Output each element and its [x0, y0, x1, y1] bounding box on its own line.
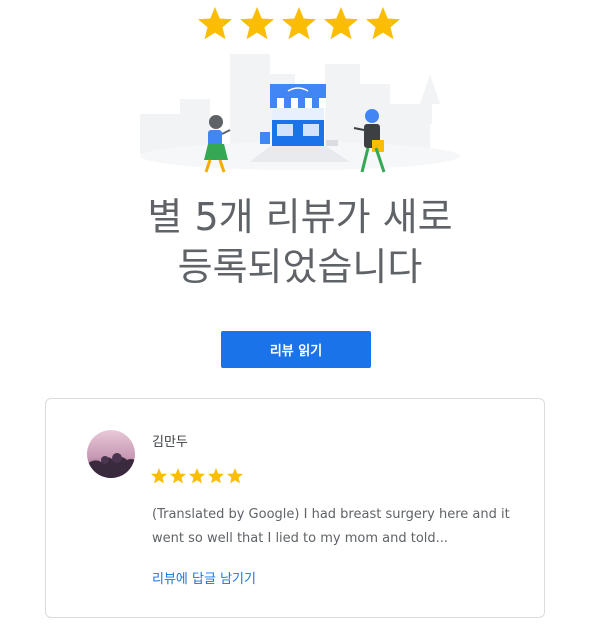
review-text: (Translated by Google) I had breast surg… — [152, 507, 510, 546]
star-icon — [240, 7, 274, 40]
star-icon — [282, 7, 316, 40]
star-icon — [208, 468, 224, 484]
star-icon — [151, 468, 167, 484]
storefront-scene — [140, 54, 460, 173]
reviewer-name: 김만두 — [152, 435, 188, 450]
reply-to-review-link[interactable]: 리뷰에 답글 남기기 — [152, 568, 256, 587]
star-icon — [170, 468, 186, 484]
headline: 별 5개 리뷰가 새로 등록되었습니다 — [0, 192, 600, 292]
star-icon — [366, 7, 400, 40]
headline-line-1: 별 5개 리뷰가 새로 — [147, 195, 453, 239]
star-icon — [189, 468, 205, 484]
rating-stars — [151, 468, 243, 484]
review-card: 김만두 (Translated by Google) I had breast … — [45, 398, 545, 618]
headline-line-2: 등록되었습니다 — [177, 245, 423, 289]
read-review-button[interactable]: 리뷰 읽기 — [221, 331, 371, 368]
hero-stars — [0, 4, 600, 44]
avatar — [87, 430, 135, 478]
star-icon — [324, 7, 358, 40]
star-icon — [198, 7, 232, 40]
hero-stars-svg — [198, 7, 400, 40]
storefront-illustration — [120, 44, 480, 184]
star-icon — [227, 468, 243, 484]
review-rating — [150, 467, 250, 491]
avatar-image — [87, 430, 135, 478]
